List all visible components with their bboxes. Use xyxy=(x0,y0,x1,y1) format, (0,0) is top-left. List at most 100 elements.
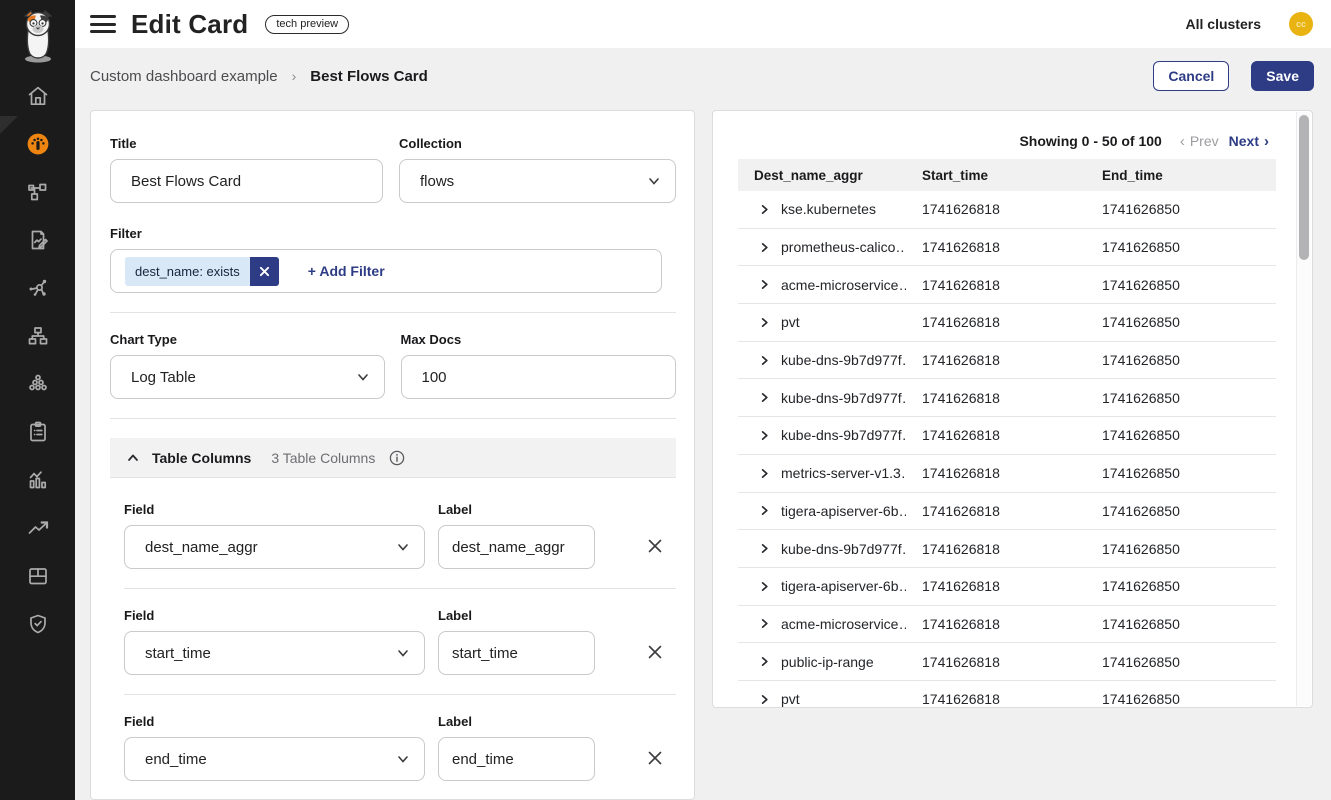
expand-row-chevron-icon[interactable] xyxy=(759,505,770,516)
cell-end-time: 1741626850 xyxy=(1086,427,1276,443)
cell-end-time: 1741626850 xyxy=(1086,465,1276,481)
chart-type-select[interactable]: Log Table xyxy=(110,355,385,399)
chevron-down-icon xyxy=(647,174,661,188)
expand-row-chevron-icon[interactable] xyxy=(759,543,770,554)
table-row[interactable]: acme-microservice… 1741626818 1741626850 xyxy=(738,606,1276,644)
cluster-selector[interactable]: All clusters xyxy=(1186,16,1261,32)
expand-row-chevron-icon[interactable] xyxy=(759,581,770,592)
cancel-button[interactable]: Cancel xyxy=(1153,61,1229,91)
label-input[interactable] xyxy=(438,737,595,781)
label-input[interactable] xyxy=(438,631,595,675)
sidebar-nav xyxy=(0,72,75,648)
close-icon xyxy=(646,749,664,767)
table-row[interactable]: kube-dns-9b7d977f… 1741626818 1741626850 xyxy=(738,342,1276,380)
preview-table-body: kse.kubernetes 1741626818 1741626850 pro… xyxy=(738,191,1276,708)
table-row[interactable]: metrics-server-v1.3… 1741626818 17416268… xyxy=(738,455,1276,493)
close-icon xyxy=(646,537,664,555)
max-docs-input[interactable] xyxy=(401,355,677,399)
expand-row-chevron-icon[interactable] xyxy=(759,242,770,253)
table-row[interactable]: tigera-apiserver-6b… 1741626818 17416268… xyxy=(738,493,1276,531)
remove-column-button[interactable] xyxy=(642,533,668,559)
scrollbar-thumb[interactable] xyxy=(1299,115,1309,260)
sidebar-item-sitemap[interactable] xyxy=(0,312,75,360)
add-filter-link[interactable]: + Add Filter xyxy=(308,263,385,279)
field-select[interactable]: dest_name_aggr xyxy=(124,525,425,569)
table-row[interactable]: kube-dns-9b7d977f… 1741626818 1741626850 xyxy=(738,530,1276,568)
remove-column-button[interactable] xyxy=(642,745,668,771)
cell-dest-name: kube-dns-9b7d977f… xyxy=(781,427,906,443)
sidebar-item-inventory[interactable] xyxy=(0,552,75,600)
edit-card-form-panel: Title Collection flows Filter dest_name:… xyxy=(90,110,695,800)
sidebar-item-statistics[interactable] xyxy=(0,456,75,504)
field-label: Field xyxy=(124,608,425,623)
table-row[interactable]: kube-dns-9b7d977f… 1741626818 1741626850 xyxy=(738,379,1276,417)
filter-chip: dest_name: exists xyxy=(125,257,279,286)
sidebar-item-compliance[interactable] xyxy=(0,408,75,456)
chart-type-label: Chart Type xyxy=(110,332,385,347)
sidebar-item-reports[interactable] xyxy=(0,216,75,264)
hamburger-menu-icon[interactable] xyxy=(90,14,116,34)
expand-row-chevron-icon[interactable] xyxy=(759,355,770,366)
cell-start-time: 1741626818 xyxy=(906,201,1086,217)
table-row[interactable]: public-ip-range 1741626818 1741626850 xyxy=(738,643,1276,681)
table-columns-section-header[interactable]: Table Columns 3 Table Columns xyxy=(110,438,676,478)
chevron-left-icon: ‹ xyxy=(1180,134,1185,149)
table-row[interactable]: prometheus-calico… 1741626818 1741626850 xyxy=(738,229,1276,267)
filter-box[interactable]: dest_name: exists + Add Filter xyxy=(110,249,662,293)
cell-dest-name: tigera-apiserver-6b… xyxy=(781,503,906,519)
chevron-down-icon xyxy=(396,752,410,766)
expand-row-chevron-icon[interactable] xyxy=(759,618,770,629)
expand-row-chevron-icon[interactable] xyxy=(759,694,770,705)
filter-chip-remove-button[interactable] xyxy=(250,257,279,286)
expand-row-chevron-icon[interactable] xyxy=(759,392,770,403)
expand-row-chevron-icon[interactable] xyxy=(759,204,770,215)
sidebar-item-network[interactable] xyxy=(0,264,75,312)
table-row[interactable]: acme-microservice… 1741626818 1741626850 xyxy=(738,266,1276,304)
prev-page-button[interactable]: ‹ Prev xyxy=(1180,133,1219,149)
divider xyxy=(124,694,676,695)
info-icon[interactable] xyxy=(389,450,405,466)
field-select[interactable]: start_time xyxy=(124,631,425,675)
title-input[interactable] xyxy=(110,159,383,203)
expand-row-chevron-icon[interactable] xyxy=(759,656,770,667)
table-row[interactable]: pvt 1741626818 1741626850 xyxy=(738,304,1276,342)
cell-dest-name: acme-microservice… xyxy=(781,616,906,632)
table-row[interactable]: pvt 1741626818 1741626850 xyxy=(738,681,1276,708)
sidebar-item-clusters[interactable] xyxy=(0,360,75,408)
max-docs-label: Max Docs xyxy=(401,332,677,347)
field-label: Field xyxy=(124,714,425,729)
expand-row-chevron-icon[interactable] xyxy=(759,317,770,328)
breadcrumb: Custom dashboard example › Best Flows Ca… xyxy=(90,68,428,85)
cell-start-time: 1741626818 xyxy=(906,314,1086,330)
remove-column-button[interactable] xyxy=(642,639,668,665)
label-label: Label xyxy=(438,502,595,517)
scrollbar-track[interactable] xyxy=(1296,112,1311,706)
user-avatar[interactable]: cc xyxy=(1289,12,1313,36)
sidebar xyxy=(0,0,75,800)
sidebar-item-security[interactable] xyxy=(0,600,75,648)
sidebar-item-home[interactable] xyxy=(0,72,75,120)
divider xyxy=(110,312,676,313)
expand-row-chevron-icon[interactable] xyxy=(759,279,770,290)
cell-dest-name: public-ip-range xyxy=(781,654,874,670)
label-input[interactable] xyxy=(438,525,595,569)
dashboard-icon xyxy=(26,132,50,156)
table-row[interactable]: tigera-apiserver-6b… 1741626818 17416268… xyxy=(738,568,1276,606)
next-page-button[interactable]: Next › xyxy=(1229,133,1269,149)
cell-dest-name: tigera-apiserver-6b… xyxy=(781,578,906,594)
sidebar-item-service-graph[interactable] xyxy=(0,168,75,216)
cell-start-time: 1741626818 xyxy=(906,654,1086,670)
divider xyxy=(110,418,676,419)
field-select[interactable]: end_time xyxy=(124,737,425,781)
expand-row-chevron-icon[interactable] xyxy=(759,430,770,441)
sidebar-item-activity[interactable] xyxy=(0,504,75,552)
expand-row-chevron-icon[interactable] xyxy=(759,468,770,479)
table-row[interactable]: kube-dns-9b7d977f… 1741626818 1741626850 xyxy=(738,417,1276,455)
calico-cat-logo[interactable] xyxy=(15,10,61,64)
breadcrumb-parent[interactable]: Custom dashboard example xyxy=(90,68,278,85)
table-row[interactable]: kse.kubernetes 1741626818 1741626850 xyxy=(738,191,1276,229)
divider xyxy=(124,588,676,589)
collection-select[interactable]: flows xyxy=(399,159,676,203)
top-bar: Edit Card tech preview All clusters cc xyxy=(75,0,1331,48)
save-button[interactable]: Save xyxy=(1251,61,1314,91)
